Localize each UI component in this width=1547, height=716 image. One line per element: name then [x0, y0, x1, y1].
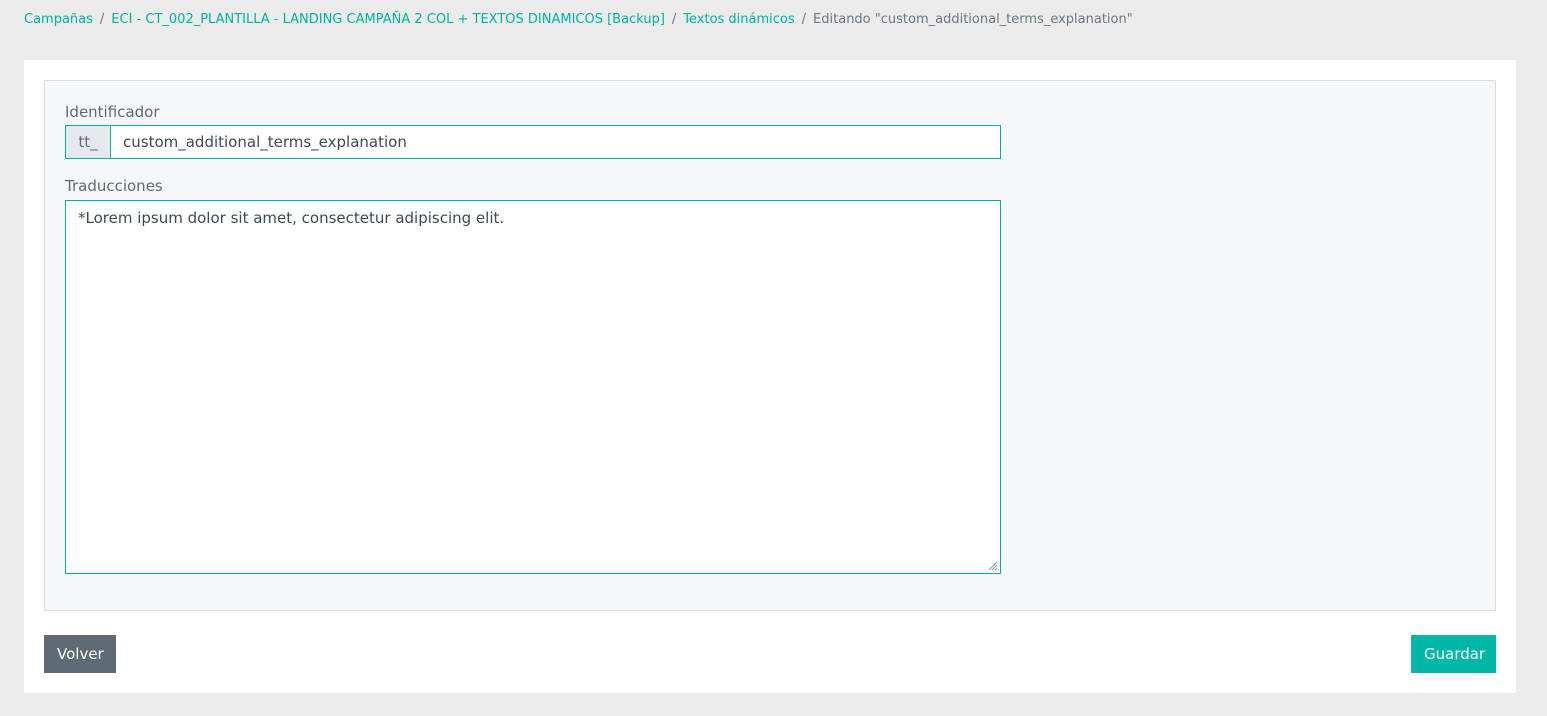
identifier-prefix: tt_	[66, 126, 111, 158]
save-button[interactable]: Guardar	[1411, 635, 1496, 673]
breadcrumb-separator: /	[99, 12, 105, 27]
edit-card: Identificador tt_ Traducciones *Lorem ip…	[24, 60, 1516, 693]
resize-handle-icon[interactable]	[988, 561, 998, 571]
breadcrumb-link-campaigns[interactable]: Campañas	[24, 12, 93, 27]
breadcrumb-separator: /	[671, 12, 677, 27]
identifier-input[interactable]	[111, 126, 1000, 158]
translations-textarea[interactable]: *Lorem ipsum dolor sit amet, consectetur…	[66, 201, 1000, 573]
translations-textarea-wrapper: *Lorem ipsum dolor sit amet, consectetur…	[65, 200, 1001, 574]
identifier-label: Identificador	[65, 103, 160, 121]
breadcrumb-link-dynamic-texts[interactable]: Textos dinámicos	[683, 12, 794, 27]
form-panel: Identificador tt_ Traducciones *Lorem ip…	[44, 80, 1496, 611]
identifier-input-group: tt_	[65, 125, 1001, 159]
breadcrumb: Campañas / ECI - CT_002_PLANTILLA - LANDIN…	[24, 11, 1133, 29]
translations-label: Traducciones	[65, 177, 163, 195]
breadcrumb-separator: /	[801, 12, 807, 27]
back-button[interactable]: Volver	[44, 635, 116, 673]
breadcrumb-current: Editando "custom_additional_terms_explan…	[813, 12, 1133, 27]
breadcrumb-link-campaign[interactable]: ECI - CT_002_PLANTILLA - LANDING CAMPAÑA…	[111, 12, 665, 27]
